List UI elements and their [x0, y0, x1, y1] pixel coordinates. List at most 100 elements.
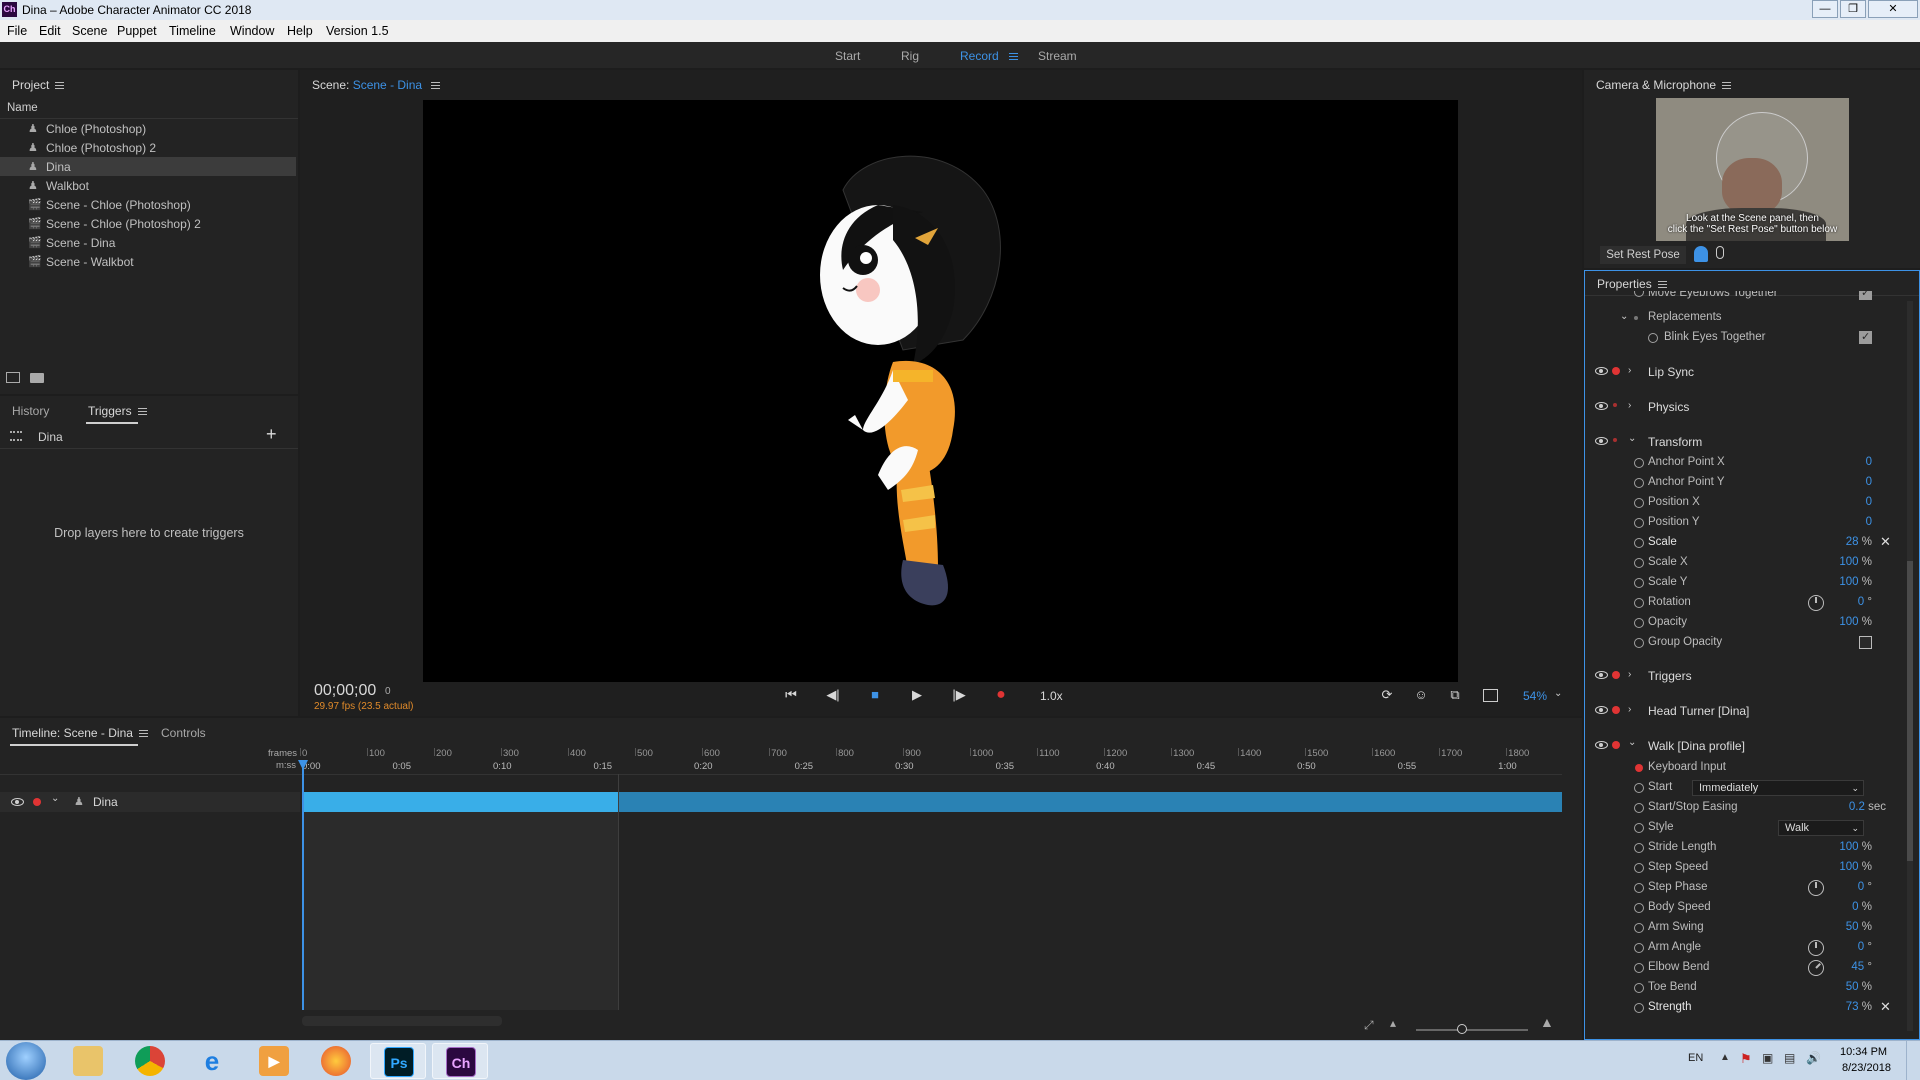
checkbox[interactable] — [1859, 330, 1872, 344]
style-dropdown[interactable]: Walk ⌄ — [1778, 820, 1864, 836]
prop-strength[interactable]: Strength 73 % ✕ — [1586, 999, 1896, 1017]
behavior-lip-sync[interactable]: › Lip Sync — [1586, 362, 1896, 382]
tray-expand-icon[interactable]: ▲ — [1720, 1052, 1730, 1063]
prop-anchor-point-y[interactable]: Anchor Point Y0 — [1586, 474, 1896, 492]
zoom-level[interactable]: 54% — [1523, 689, 1547, 703]
prop-rotation[interactable]: Rotation 0 ° — [1586, 594, 1896, 612]
workspace-stream[interactable]: Stream — [1038, 49, 1077, 63]
workspace-start[interactable]: Start — [835, 49, 860, 63]
taskbar-photoshop[interactable]: Ps — [370, 1043, 426, 1079]
taskbar-character-animator[interactable]: Ch — [432, 1043, 488, 1079]
stop-icon[interactable]: ■ — [864, 684, 886, 706]
zoom-out-icon[interactable]: ▴ — [1390, 1016, 1396, 1030]
behavior-transform[interactable]: ⌄ Transform — [1586, 432, 1896, 452]
horizontal-scrollbar[interactable] — [302, 1016, 502, 1026]
panel-menu-icon[interactable] — [137, 406, 147, 417]
close-icon[interactable]: ✕ — [1880, 999, 1891, 1015]
clock-time[interactable]: 10:34 PM — [1840, 1046, 1887, 1058]
start-dropdown[interactable]: Immediately ⌄ — [1692, 780, 1864, 796]
loop-icon[interactable]: ⟳ — [1376, 684, 1398, 706]
set-rest-pose-button[interactable]: Set Rest Pose — [1600, 246, 1686, 264]
playback-speed[interactable]: 1.0x — [1040, 689, 1063, 703]
rotation-dial-icon[interactable] — [1804, 956, 1828, 980]
menu-edit[interactable]: Edit — [39, 24, 61, 38]
prop-style[interactable]: Style Walk ⌄ — [1586, 819, 1896, 837]
project-item[interactable]: ♟ Dina — [0, 157, 296, 176]
track-bar-active[interactable] — [302, 792, 618, 812]
zoom-in-icon[interactable]: ▲ — [1540, 1014, 1554, 1030]
prop-start-stop-easing[interactable]: Start/Stop Easing 0.2 sec — [1586, 799, 1896, 817]
menu-file[interactable]: File — [7, 24, 27, 38]
panel-menu-icon[interactable] — [55, 80, 65, 91]
prop-scale-x[interactable]: Scale X 100 % — [1586, 554, 1896, 572]
scene-name[interactable]: Scene - Dina — [353, 78, 422, 92]
prop-row[interactable]: Move Eyebrows Together — [1586, 291, 1896, 301]
language-indicator[interactable]: EN — [1688, 1052, 1703, 1064]
taskbar-media[interactable]: ▶ — [246, 1043, 302, 1079]
folder-icon[interactable] — [30, 373, 44, 383]
play-icon[interactable]: ▶ — [906, 684, 928, 706]
stage-canvas[interactable] — [423, 100, 1458, 682]
panel-menu-icon[interactable] — [431, 80, 441, 91]
track-bar[interactable] — [618, 792, 1562, 812]
prop-stride-length[interactable]: Stride Length 100 % — [1586, 839, 1896, 857]
frame-toggle-icon[interactable] — [1483, 689, 1498, 702]
prop-scale[interactable]: Scale 28 % ✕ — [1586, 534, 1896, 552]
panel-menu-icon[interactable] — [138, 728, 148, 739]
zoom-slider-thumb[interactable] — [1457, 1024, 1467, 1034]
show-desktop-button[interactable] — [1906, 1041, 1920, 1080]
prop-position-y[interactable]: Position Y0 — [1586, 514, 1896, 532]
tray-flag-icon[interactable]: ⚑ — [1740, 1051, 1752, 1067]
behavior-triggers[interactable]: › Triggers — [1586, 666, 1896, 686]
menu-help[interactable]: Help — [287, 24, 313, 38]
project-item[interactable]: ♟ Chloe (Photoshop) 2 — [0, 138, 296, 157]
go-to-start-icon[interactable]: ⏮ — [780, 684, 802, 706]
face-tracking-icon[interactable]: ☺ — [1410, 684, 1432, 706]
record-icon[interactable]: ● — [990, 684, 1012, 706]
prop-toe-bend[interactable]: Toe Bend 50 % — [1586, 979, 1896, 997]
workspace-rig[interactable]: Rig — [901, 49, 919, 63]
maximize-button[interactable]: ❐ — [1840, 0, 1866, 18]
timecode-display[interactable]: 00;00;00 — [314, 682, 376, 700]
prop-anchor-point-x[interactable]: Anchor Point X0 — [1586, 454, 1896, 472]
network-icon[interactable]: ▤ — [1784, 1051, 1795, 1065]
new-scene-icon[interactable] — [6, 372, 20, 383]
tab-history[interactable]: History — [12, 404, 49, 418]
workspace-menu-icon[interactable] — [1009, 51, 1018, 62]
tab-triggers[interactable]: Triggers — [88, 404, 147, 418]
prop-opacity[interactable]: Opacity 100 % — [1586, 614, 1896, 632]
close-button[interactable]: ✕ — [1868, 0, 1918, 18]
project-item[interactable]: ♟ Chloe (Photoshop) — [0, 119, 296, 138]
project-item[interactable]: 🎬 Scene - Dina — [0, 233, 296, 252]
microphone-icon[interactable] — [1716, 246, 1724, 259]
track-header[interactable]: ⌄ ♟ Dina — [0, 792, 300, 812]
name-column-header[interactable]: Name — [7, 102, 38, 114]
volume-icon[interactable]: 🔊 — [1806, 1051, 1821, 1065]
fit-icon[interactable]: ⤢ — [1364, 1018, 1374, 1033]
clock-date[interactable]: 8/23/2018 — [1842, 1062, 1891, 1074]
menu-timeline[interactable]: Timeline — [169, 24, 216, 38]
project-item[interactable]: ♟ Walkbot — [0, 176, 296, 195]
menu-puppet[interactable]: Puppet — [117, 24, 157, 38]
prop-group-opacity[interactable]: Group Opacity — [1586, 634, 1896, 652]
menu-window[interactable]: Window — [230, 24, 274, 38]
project-item[interactable]: 🎬 Scene - Chloe (Photoshop) 2 — [0, 214, 296, 233]
prop-step-speed[interactable]: Step Speed 100 % — [1586, 859, 1896, 877]
playhead[interactable] — [302, 760, 304, 1010]
prop-row[interactable]: Blink Eyes Together — [1586, 329, 1896, 347]
work-area-end[interactable] — [618, 774, 619, 1010]
prop-elbow-bend[interactable]: Elbow Bend 45 ° — [1586, 956, 1896, 980]
behavior-physics[interactable]: › Physics — [1586, 397, 1896, 417]
replacements-group[interactable]: ⌄ Replacements — [1586, 309, 1896, 327]
tab-controls[interactable]: Controls — [161, 726, 206, 740]
menu-scene[interactable]: Scene — [72, 24, 107, 38]
close-icon[interactable]: ✕ — [1880, 534, 1891, 550]
checkbox[interactable] — [1859, 636, 1872, 649]
panel-menu-icon[interactable] — [1657, 279, 1667, 290]
step-back-icon[interactable]: ◀| — [822, 684, 844, 706]
scrollbar-thumb[interactable] — [1907, 561, 1913, 861]
rotation-dial-icon[interactable] — [1808, 595, 1824, 611]
tab-timeline[interactable]: Timeline: Scene - Dina — [12, 726, 148, 740]
workspace-record[interactable]: Record — [960, 49, 999, 63]
overlay-icon[interactable]: ⧉ — [1444, 684, 1466, 706]
